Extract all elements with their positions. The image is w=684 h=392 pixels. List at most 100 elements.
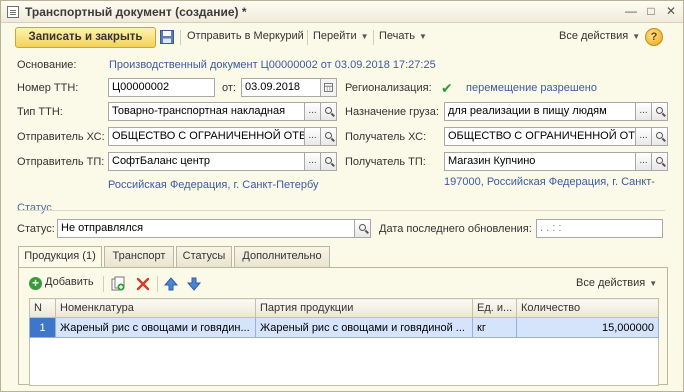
row-nomenclature[interactable]: Жареный рис с овощами и говядин... <box>55 317 256 338</box>
toolbar-separator <box>180 30 181 45</box>
print-menu[interactable]: Печать ▼ <box>379 30 427 42</box>
maximize-button[interactable]: □ <box>643 4 659 19</box>
ttn-type-field[interactable]: Товарно-транспортная накладная <box>108 102 305 121</box>
table-header: N Номенклатура Партия продукции Ед. и...… <box>29 298 659 318</box>
table-empty-area[interactable] <box>29 337 659 386</box>
sender-tp-field[interactable]: СофтБаланс центр <box>108 152 305 171</box>
chevron-down-icon: ▼ <box>649 279 658 288</box>
last-update-field[interactable]: . . : : <box>536 219 663 238</box>
search-icon <box>325 107 332 114</box>
row-number[interactable]: 1 <box>29 317 56 338</box>
row-quantity[interactable]: 15,000000 <box>516 317 659 338</box>
calendar-icon[interactable] <box>320 78 337 97</box>
receiver-hs-open-button[interactable] <box>651 127 668 146</box>
cargo-purpose-field[interactable]: для реализации в пищу людям <box>444 102 636 121</box>
products-all-actions-label: Все действия <box>576 277 646 289</box>
minimize-button[interactable]: — <box>623 4 639 19</box>
status-label: Статус: <box>17 223 55 235</box>
help-icon[interactable]: ? <box>645 28 663 46</box>
receiver-tp-field[interactable]: Магазин Купчино <box>444 152 636 171</box>
receiver-tp-label: Получатель ТП: <box>345 156 426 168</box>
empty-cell[interactable] <box>29 337 659 386</box>
sender-tp-choice-button[interactable]: ... <box>304 152 321 171</box>
basis-label: Основание: <box>17 59 77 71</box>
ttn-type-open-button[interactable] <box>320 102 337 121</box>
search-icon <box>359 224 366 231</box>
cargo-purpose-open-button[interactable] <box>651 102 668 121</box>
sender-hs-label: Отправитель ХС: <box>17 131 105 143</box>
add-button[interactable]: + Добавить <box>29 276 94 290</box>
toolbar-separator <box>373 30 374 45</box>
tab-transport[interactable]: Транспорт <box>104 246 174 267</box>
send-to-mercury-button[interactable]: Отправить в Меркурий <box>187 30 304 42</box>
chevron-down-icon: ▼ <box>419 32 427 41</box>
status-field[interactable]: Не отправлялся <box>57 219 355 238</box>
chevron-down-icon: ▼ <box>360 32 369 41</box>
row-batch[interactable]: Жареный рис с овощами и говядиной ... <box>255 317 473 338</box>
sender-tp-open-button[interactable] <box>320 152 337 171</box>
tab-statuses[interactable]: Статусы <box>176 246 232 267</box>
sender-hs-field[interactable]: ОБЩЕСТВО С ОГРАНИЧЕННОЙ ОТВЕ <box>108 127 305 146</box>
goto-label: Перейти <box>313 30 357 42</box>
status-group-divider <box>17 210 665 211</box>
basis-document-link[interactable]: Производственный документ Ц00000002 от 0… <box>109 59 436 71</box>
column-header-nomenclature[interactable]: Номенклатура <box>55 298 256 318</box>
toolbar-separator <box>307 30 308 45</box>
search-icon <box>656 157 663 164</box>
toolbar-separator <box>103 276 104 292</box>
receiver-address-link[interactable]: 197000, Российская Федерация, г. Санкт- <box>444 176 655 188</box>
sender-hs-choice-button[interactable]: ... <box>304 127 321 146</box>
search-icon <box>325 157 332 164</box>
all-actions-menu[interactable]: Все действия ▼ <box>559 30 640 42</box>
command-bar: Записать и закрыть Отправить в Меркурий … <box>9 27 675 49</box>
search-icon <box>656 132 663 139</box>
status-open-button[interactable] <box>354 219 371 238</box>
plus-circle-icon: + <box>29 277 42 290</box>
column-header-n[interactable]: N <box>29 298 56 318</box>
receiver-tp-choice-button[interactable]: ... <box>635 152 652 171</box>
toolbar-separator <box>157 276 158 292</box>
receiver-hs-field[interactable]: ОБЩЕСТВО С ОГРАНИЧЕННОЙ ОТІ <box>444 127 636 146</box>
table-row[interactable]: 1 Жареный рис с овощами и говядин... Жар… <box>29 317 659 338</box>
regionalization-label: Регионализация: <box>345 82 432 94</box>
sender-address-link[interactable]: Российская Федерация, г. Санкт-Петербу <box>108 179 319 191</box>
date-label: от: <box>222 82 236 94</box>
title-bar: Транспортный документ (создание) * — □ ✕ <box>1 1 683 23</box>
document-window: Транспортный документ (создание) * — □ ✕… <box>0 0 684 392</box>
receiver-hs-choice-button[interactable]: ... <box>635 127 652 146</box>
ttn-number-field[interactable]: Ц00000002 <box>108 78 215 97</box>
date-field[interactable]: 03.09.2018 <box>241 78 321 97</box>
move-up-icon[interactable] <box>163 276 179 292</box>
move-down-icon[interactable] <box>186 276 202 292</box>
close-button[interactable]: ✕ <box>663 4 679 19</box>
window-title: Транспортный документ (создание) * <box>25 5 247 19</box>
save-and-close-button[interactable]: Записать и закрыть <box>15 27 156 48</box>
regionalization-link[interactable]: перемещение разрешено <box>466 82 597 94</box>
add-label: Добавить <box>45 276 94 288</box>
receiver-tp-open-button[interactable] <box>651 152 668 171</box>
sender-hs-open-button[interactable] <box>320 127 337 146</box>
ttn-type-choice-button[interactable]: ... <box>304 102 321 121</box>
search-icon <box>325 132 332 139</box>
ttn-type-label: Тип ТТН: <box>17 106 63 118</box>
document-icon <box>7 6 19 18</box>
save-icon[interactable] <box>159 29 175 45</box>
products-panel: + Добавить Все действия ▼ N Номенклатура… <box>18 267 668 386</box>
ttn-number-label: Номер ТТН: <box>17 82 79 94</box>
goto-menu[interactable]: Перейти ▼ <box>313 30 369 42</box>
products-table: N Номенклатура Партия продукции Ед. и...… <box>29 298 659 386</box>
cargo-purpose-choice-button[interactable]: ... <box>635 102 652 121</box>
column-header-unit[interactable]: Ед. и... <box>472 298 517 318</box>
column-header-batch[interactable]: Партия продукции <box>255 298 473 318</box>
column-header-quantity[interactable]: Количество <box>516 298 659 318</box>
status-group-title: Статус <box>17 202 52 214</box>
last-update-label: Дата последнего обновления: <box>379 223 532 235</box>
row-unit[interactable]: кг <box>472 317 517 338</box>
tab-products[interactable]: Продукция (1) <box>18 246 102 268</box>
delete-icon[interactable] <box>135 276 151 292</box>
products-all-actions-menu[interactable]: Все действия ▼ <box>576 277 657 289</box>
sender-tp-label: Отправитель ТП: <box>17 156 105 168</box>
tab-additional[interactable]: Дополнительно <box>234 246 330 267</box>
all-actions-label: Все действия <box>559 30 629 42</box>
copy-icon[interactable] <box>110 276 126 292</box>
